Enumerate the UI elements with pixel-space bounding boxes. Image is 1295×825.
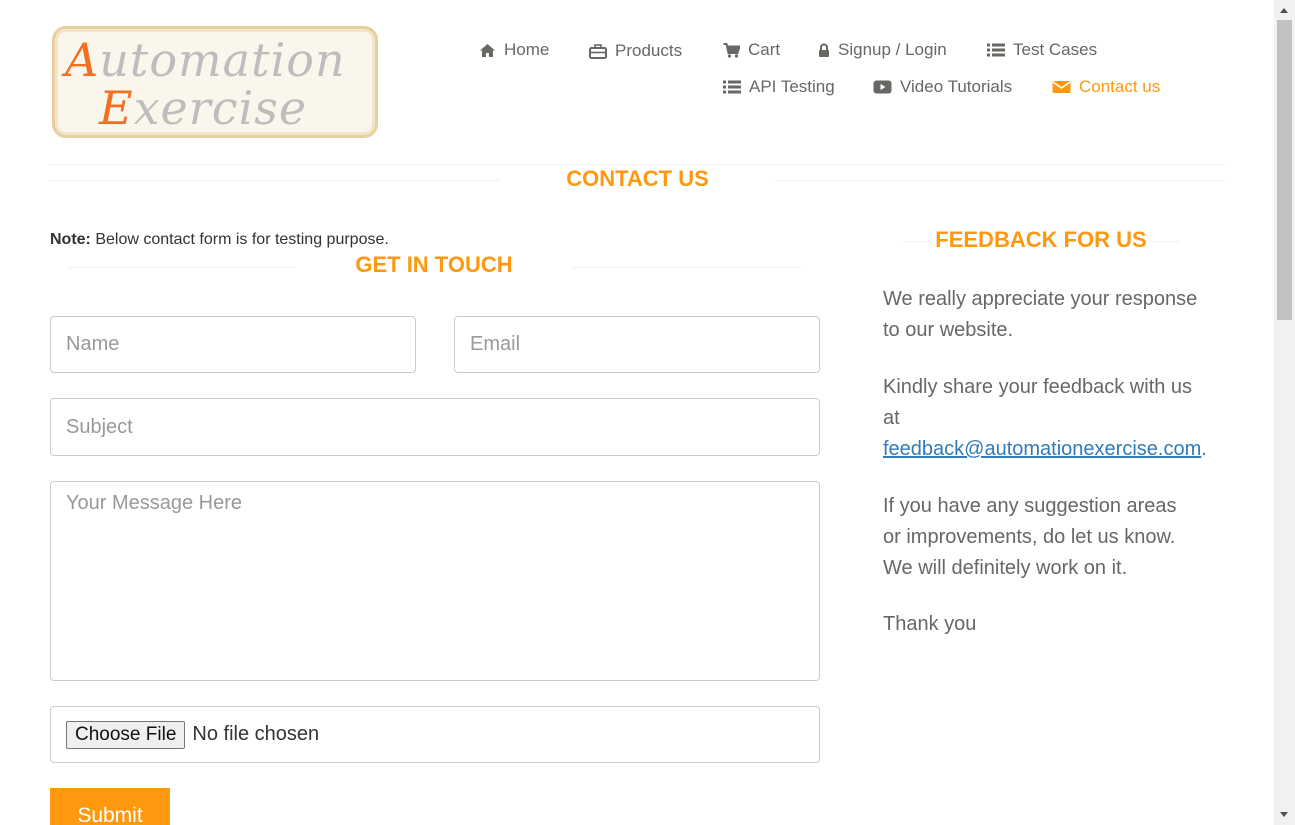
nav-test-cases[interactable]: Test Cases [987, 40, 1097, 60]
nav-label: Products [615, 41, 683, 60]
nav-cart[interactable]: Cart [723, 40, 780, 60]
nav-signup-login[interactable]: Signup / Login [818, 40, 947, 60]
form-title: GET IN TOUCH [355, 252, 513, 277]
nav-label: Cart [748, 40, 781, 59]
nav-products[interactable]: Products [589, 41, 682, 61]
name-input[interactable] [50, 316, 416, 373]
nav-label: Contact us [1079, 77, 1161, 96]
nav-label: API Testing [749, 77, 835, 96]
form-title-rule-left [68, 267, 296, 268]
logo-line-2: Exercise [99, 81, 308, 135]
nav-api-testing[interactable]: API Testing [723, 77, 835, 97]
cart-icon [723, 42, 740, 58]
site-logo[interactable]: Automation Exercise [52, 26, 378, 138]
briefcase-icon [589, 43, 607, 59]
nav-label: Video Tutorials [900, 77, 1013, 96]
scroll-up-icon[interactable] [1280, 8, 1288, 13]
nav-label: Test Cases [1013, 40, 1098, 59]
feedback-title: FEEDBACK FOR US [935, 227, 1147, 252]
nav-video-tutorials[interactable]: Video Tutorials [873, 77, 1012, 97]
feedback-rule-right [1150, 241, 1180, 242]
subject-input[interactable] [50, 398, 820, 456]
feedback-text-1: We really appreciate your response to ou… [883, 288, 1198, 341]
title-rule-right [775, 180, 1225, 181]
nav-contact-us[interactable]: Contact us [1052, 77, 1160, 97]
nav-home[interactable]: Home [479, 40, 549, 60]
form-title-rule-right [572, 267, 802, 268]
page-scrollbar[interactable] [1274, 0, 1295, 825]
home-icon [479, 43, 496, 58]
page-title: CONTACT US [566, 166, 709, 191]
title-rule-left [50, 180, 500, 181]
youtube-icon [873, 80, 892, 94]
lock-icon [818, 43, 830, 58]
feedback-thanks: Thank you [883, 613, 977, 635]
list-icon [723, 80, 741, 94]
nav-label: Home [504, 40, 550, 59]
email-input[interactable] [454, 316, 820, 373]
nav-label: Signup / Login [838, 40, 947, 59]
feedback-rule-left [902, 241, 932, 242]
message-textarea[interactable] [50, 481, 820, 681]
submit-button[interactable]: Submit [50, 788, 170, 825]
feedback-text-3: If you have any suggestion areas or impr… [883, 495, 1177, 579]
form-note: Note: Below contact form is for testing … [50, 231, 389, 248]
scroll-thumb[interactable] [1277, 20, 1292, 320]
logo-line-1: Automation [65, 33, 346, 87]
scroll-down-icon[interactable] [1280, 812, 1288, 817]
header-divider [50, 164, 1225, 165]
feedback-text-2: Kindly share your feedback with us at fe… [883, 376, 1207, 460]
list-icon [987, 43, 1005, 57]
choose-file-button[interactable]: Choose File [66, 720, 186, 749]
envelope-icon [1052, 80, 1071, 94]
file-upload[interactable]: Choose File No file chosen [50, 706, 820, 763]
file-status: No file chosen [192, 723, 320, 745]
feedback-email-link[interactable]: feedback@automationexercise.com [883, 438, 1201, 460]
